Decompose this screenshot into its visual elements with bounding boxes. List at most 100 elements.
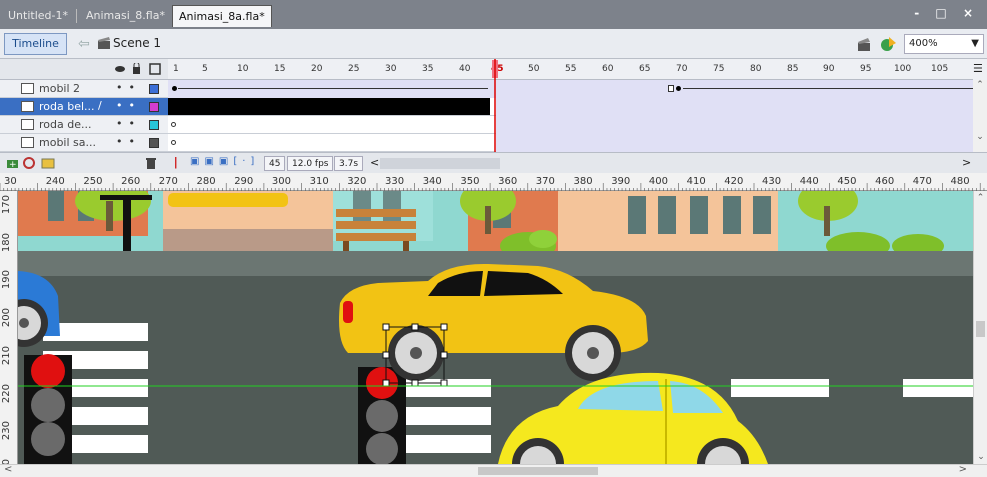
frame-number: 35 — [422, 64, 434, 74]
frames-roda-depan[interactable] — [168, 116, 973, 134]
stage-vscroll[interactable]: ⌃ ⌄ — [973, 191, 987, 464]
layer-roda-belakang[interactable]: roda bel... / •• — [0, 98, 168, 116]
frame-number: 1 — [173, 64, 179, 74]
frames-mobil-2[interactable] — [168, 80, 973, 98]
hscroll-thumb[interactable] — [478, 467, 598, 475]
vertical-ruler: 170180190200210220230240 — [0, 191, 18, 477]
ruler-label: 330 — [385, 176, 405, 187]
layer-mobil-samping[interactable]: mobil sa... •• — [0, 134, 168, 152]
ruler-label: 290 — [234, 176, 254, 187]
layer-visibility-dots[interactable]: •• — [116, 99, 141, 112]
motion-tween-span[interactable] — [496, 98, 973, 116]
layer-visibility-dots[interactable]: •• — [116, 117, 141, 130]
ruler-label: 440 — [799, 176, 819, 187]
tab-animasi-8a[interactable]: Animasi_8a.fla* — [172, 5, 272, 27]
edit-scene-icon[interactable] — [856, 35, 874, 53]
scroll-left-icon[interactable]: < — [4, 464, 12, 475]
frame-rate-field[interactable]: 12.0 fps — [287, 156, 334, 171]
frame-number: 55 — [565, 64, 577, 74]
ruler-label: 280 — [196, 176, 216, 187]
zoom-select[interactable]: 400% ▼ — [904, 34, 984, 54]
document-tab-bar: Untitled-1* Animasi_8.fla* Animasi_8a.fl… — [0, 0, 987, 29]
ruler-label: 320 — [347, 176, 367, 187]
timeline-hscroll-thumb[interactable] — [380, 158, 500, 169]
frame-number: 25 — [348, 64, 360, 74]
frame-number: 75 — [713, 64, 725, 74]
scroll-right-icon[interactable]: > — [959, 464, 967, 475]
back-arrow-icon[interactable]: ⇦ — [78, 36, 90, 52]
scene-artwork — [18, 191, 973, 464]
layer-outline-color[interactable] — [149, 120, 159, 130]
timeline-toggle-button[interactable]: Timeline — [4, 33, 67, 55]
edit-symbols-icon[interactable] — [880, 35, 898, 53]
window-controls[interactable]: - □ × — [914, 6, 979, 20]
layer-visibility-dots[interactable]: •• — [116, 81, 141, 94]
frame-number: 10 — [237, 64, 249, 74]
elapsed-time-field[interactable]: 3.7s — [334, 156, 364, 171]
frame-number: 80 — [750, 64, 762, 74]
timeline-bottom-bar: + ǀ ▣▣▣[·] 45 12.0 fps 3.7s < > — [0, 152, 987, 173]
timeline-panel: 1 5 10 15 20 25 30 35 40 45 50 55 60 65 … — [0, 59, 987, 173]
frame-ruler[interactable]: 1 5 10 15 20 25 30 35 40 45 50 55 60 65 … — [168, 59, 973, 80]
layer-actions-icons[interactable]: + — [6, 156, 60, 170]
keyframe[interactable] — [668, 85, 674, 92]
layer-icon — [21, 119, 34, 130]
layer-outline-color[interactable] — [149, 84, 159, 94]
layer-mobil-2[interactable]: mobil 2 •• — [0, 80, 168, 98]
tab-animasi-8[interactable]: Animasi_8.fla* — [80, 5, 171, 27]
layer-header — [0, 59, 168, 80]
tab-untitled-1[interactable]: Untitled-1* — [2, 5, 74, 27]
frame-number: 50 — [528, 64, 540, 74]
frames-mobil-samping[interactable] — [168, 134, 973, 152]
ruler-label: 410 — [686, 176, 706, 187]
scroll-right-icon[interactable]: > — [962, 156, 971, 169]
trash-icon[interactable] — [144, 156, 158, 170]
ruler-label: 470 — [912, 176, 932, 187]
frame-number: 60 — [602, 64, 614, 74]
vscroll-thumb[interactable] — [976, 321, 985, 337]
layer-roda-depan[interactable]: roda de... •• — [0, 116, 168, 134]
selected-frames[interactable] — [168, 98, 490, 115]
layer-icon — [21, 101, 34, 112]
center-frame-icon[interactable]: ǀ — [174, 155, 178, 169]
keyframe[interactable] — [171, 140, 176, 145]
motion-tween-span[interactable] — [496, 134, 973, 152]
tab-separator — [76, 9, 77, 23]
ruler-label: 250 — [83, 176, 103, 187]
ruler-label: 200 — [1, 308, 12, 328]
tween-arrow — [683, 88, 973, 89]
scene-label[interactable]: Scene 1 — [113, 36, 161, 50]
zoom-value: 400% — [909, 38, 938, 49]
layer-icon — [21, 83, 34, 94]
frame-number: 85 — [787, 64, 799, 74]
timeline-menu-icon[interactable]: ☰ — [973, 62, 983, 75]
motion-tween-span[interactable] — [168, 80, 973, 98]
layer-outline-color[interactable] — [149, 102, 159, 112]
ruler-label: 380 — [573, 176, 593, 187]
edit-bar: Timeline ⇦ Scene 1 400% ▼ — [0, 29, 987, 59]
layer-outline-color[interactable] — [149, 138, 159, 148]
frame-number: 70 — [676, 64, 688, 74]
frame-number: 5 — [202, 64, 208, 74]
ruler-labels: 30 240 250 260 270 280 290 300 310 320 330 340 350 36… — [0, 173, 987, 191]
scroll-left-icon[interactable]: < — [370, 156, 379, 169]
layer-header-icons — [115, 63, 161, 75]
motion-tween-span[interactable] — [496, 116, 973, 134]
frame-number: 65 — [639, 64, 651, 74]
timeline-vscroll[interactable]: ⌃ ⌄ — [973, 80, 987, 152]
current-frame-field[interactable]: 45 — [264, 156, 286, 171]
layer-visibility-dots[interactable]: •• — [116, 135, 141, 148]
ruler-label: 170 — [1, 195, 12, 215]
keyframe[interactable] — [172, 86, 177, 91]
keyframe[interactable] — [171, 122, 176, 127]
stage-canvas[interactable] — [18, 191, 973, 464]
playhead[interactable] — [492, 59, 498, 152]
onion-skin-icons[interactable]: ▣▣▣[·] — [190, 156, 259, 167]
stage-hscroll[interactable]: < > — [0, 464, 987, 477]
frame-number: 30 — [385, 64, 397, 74]
ruler-label: 190 — [1, 270, 12, 290]
keyframe[interactable] — [676, 86, 681, 91]
frames-roda-belakang[interactable] — [168, 98, 973, 116]
ruler-label: 390 — [611, 176, 631, 187]
svg-text:+: + — [9, 160, 17, 170]
